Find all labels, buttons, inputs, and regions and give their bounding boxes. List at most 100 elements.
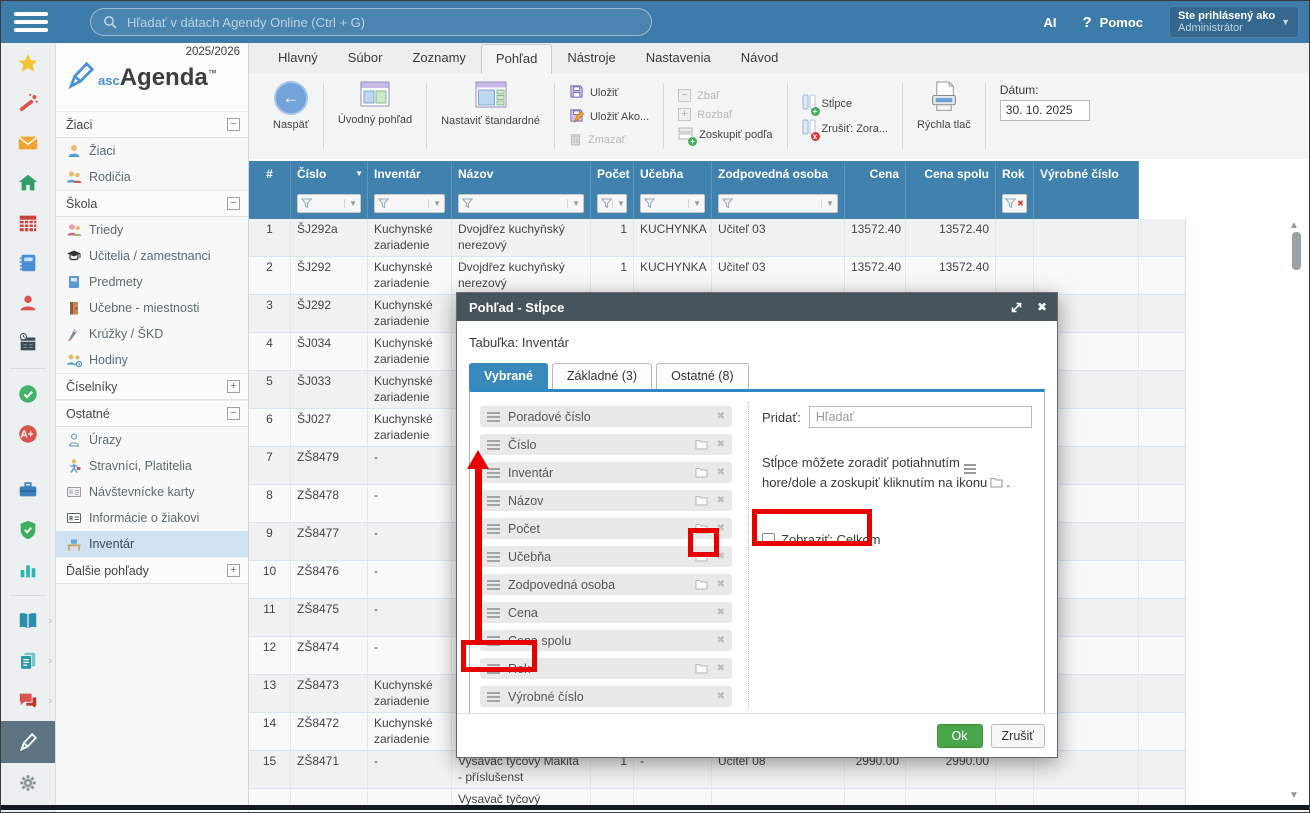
sidebar-item-inventar[interactable]: Inventár [56,531,248,557]
drag-handle-icon[interactable] [487,692,500,702]
remove-column-icon[interactable]: ✖ [717,663,725,674]
collapse-box-icon[interactable]: − [227,407,240,420]
sidebar-group-skola[interactable]: Škola− [56,190,248,217]
dialog-column-item-vyrobne-cislo[interactable]: Výrobné číslo✖ [480,686,732,707]
scrollbar-thumb[interactable] [1292,232,1301,270]
help-button[interactable]: ? Pomoc [1082,14,1143,31]
column-header-inventar[interactable]: Inventár [368,161,452,187]
column-header-rok[interactable]: Rok [996,161,1034,187]
sidebar-item-stravnici-platitelia[interactable]: Stravníci, Platitelia [56,453,248,479]
menu-tab-pohlad[interactable]: Pohľad [481,44,552,74]
menu-tab-navod[interactable]: Návod [726,43,794,73]
gear-icon[interactable] [1,763,55,803]
drag-handle-icon[interactable] [487,412,500,422]
remove-column-icon[interactable]: ✖ [717,635,725,646]
menu-tab-subor[interactable]: Súbor [333,43,398,73]
sidebar-group-dalsie-pohlady[interactable]: Ďalšie pohľady+ [56,557,248,584]
timetable-icon[interactable] [1,203,55,243]
global-search-input[interactable] [125,14,639,31]
sidebar-item-ziaci[interactable]: Žiaci [56,138,248,164]
drag-handle-icon[interactable] [487,580,500,590]
notebook-icon[interactable] [1,243,55,283]
group-folder-icon[interactable] [695,439,708,450]
dialog-close-icon[interactable]: ✖ [1037,300,1047,314]
dialog-tab-vybrane[interactable]: Vybrané [469,363,548,389]
sidebar-item-hodiny[interactable]: Hodiny [56,347,248,373]
check-circle-icon[interactable] [1,374,55,414]
sidebar-group-ziaci[interactable]: Žiaci− [56,111,248,138]
remove-column-icon[interactable]: ✖ [717,467,725,478]
drag-handle-icon[interactable] [487,440,500,450]
group-folder-icon[interactable] [695,495,708,506]
messages-icon[interactable]: › [1,681,55,721]
table-row[interactable]: Vysavač tyčový [249,789,1185,806]
back-button[interactable]: ← Naspäť [273,81,309,131]
columns-button[interactable]: + Stĺpce [802,94,888,113]
menu-tab-nastroje[interactable]: Nástroje [552,43,630,73]
column-header-cena-spolu[interactable]: Cena spolu [906,161,996,187]
menu-tab-zoznamy[interactable]: Zoznamy [397,43,480,73]
column-header-zodpovedna-osoba[interactable]: Zodpovedná osoba [712,161,845,187]
add-column-search-input[interactable] [809,406,1032,428]
scroll-up-icon[interactable]: ▲ [1289,220,1299,231]
grades-icon[interactable]: A+ [1,414,55,454]
column-header-cislo[interactable]: Číslo▼ [291,161,368,187]
group-folder-icon[interactable] [695,663,708,674]
remove-column-icon[interactable]: ✖ [717,439,725,450]
menu-tab-nastavenia[interactable]: Nastavenia [631,43,726,73]
filter-dropdown[interactable]: ▼ [458,194,584,213]
sidebar-item-navstevnicke-karty[interactable]: Návštevnícke karty [56,479,248,505]
collapse-button[interactable]: − Zbaľ [678,89,772,102]
drag-handle-icon[interactable] [487,468,500,478]
magic-wand-icon[interactable] [1,83,55,123]
scroll-down-icon[interactable]: ▼ [1289,790,1299,801]
quick-print-button[interactable]: Rýchla tlač [917,81,971,131]
sidebar-group-ciselniky[interactable]: Číselníky+ [56,373,248,400]
dialog-column-item-poradove-cislo[interactable]: Poradové číslo✖ [480,406,732,427]
filter-clear-button[interactable]: ✖ [1002,194,1027,213]
calendar-clock-icon[interactable] [1,323,55,363]
dialog-tab-zakladne-3[interactable]: Základné (3) [552,363,652,389]
delete-button[interactable]: Zmazať [569,132,649,149]
dialog-expand-icon[interactable] [1010,301,1023,314]
set-default-button[interactable]: Nastaviť štandardné [441,81,540,128]
column-header-cena[interactable]: Cena [845,161,906,187]
drag-handle-icon[interactable] [487,524,500,534]
drag-handle-icon[interactable] [487,496,500,506]
table-row[interactable]: 2ŠJ292Kuchynské zariadenieDvojdřez kuchy… [249,257,1185,295]
save-as-button[interactable]: Uložiť Ako... [569,108,649,126]
column-header-ucebna[interactable]: Učebňa [634,161,712,187]
group-by-button[interactable]: + Zoskupiť podľa [678,127,772,143]
drag-handle-icon[interactable] [487,552,500,562]
person-icon[interactable] [1,283,55,323]
dialog-column-item-cena-spolu[interactable]: Cena spolu✖ [480,630,732,651]
user-menu[interactable]: Ste prihlásený ako Administrátor ▼ [1169,6,1299,38]
dialog-column-item-ucebna[interactable]: Učebňa✖ [480,546,732,567]
dialog-column-item-zodpovedna-osoba[interactable]: Zodpovedná osoba✖ [480,574,732,595]
remove-column-icon[interactable]: ✖ [717,607,725,618]
expand-box-icon[interactable]: + [227,380,240,393]
dialog-column-item-nazov[interactable]: Názov✖ [480,490,732,511]
remove-column-icon[interactable]: ✖ [717,495,725,506]
group-folder-icon[interactable] [695,579,708,590]
filter-dropdown[interactable]: ▼ [297,194,361,213]
sidebar-item-rodicia[interactable]: Rodičia [56,164,248,190]
documents-icon[interactable]: › [1,641,55,681]
expand-button[interactable]: + Rozbaľ [678,108,772,121]
initial-view-button[interactable]: Úvodný pohľad [338,81,412,126]
sidebar-item-informacie-o-ziakovi[interactable]: Informácie o žiakovi [56,505,248,531]
shield-icon[interactable] [1,510,55,550]
dialog-column-item-rok[interactable]: Rok✖ [480,658,732,679]
home-icon[interactable] [1,163,55,203]
sidebar-item-ucitelia-zamestnanci[interactable]: Učitelia / zamestnanci [56,243,248,269]
menu-tab-hlavny[interactable]: Hlavný [263,43,333,73]
dialog-tab-ostatne-8[interactable]: Ostatné (8) [656,363,749,389]
remove-column-icon[interactable]: ✖ [717,579,725,590]
agenda-pencil-icon[interactable] [1,721,55,763]
cancel-sort-button[interactable]: x Zrušiť: Zora... [802,119,888,138]
filter-dropdown[interactable]: ▼ [597,194,627,213]
cancel-button[interactable]: Zrušiť [991,724,1045,748]
dialog-column-item-pocet[interactable]: Počet✖ [480,518,732,539]
hamburger-menu-icon[interactable] [14,10,48,34]
sidebar-item-kruzky-skd[interactable]: Krúžky / ŠKD [56,321,248,347]
